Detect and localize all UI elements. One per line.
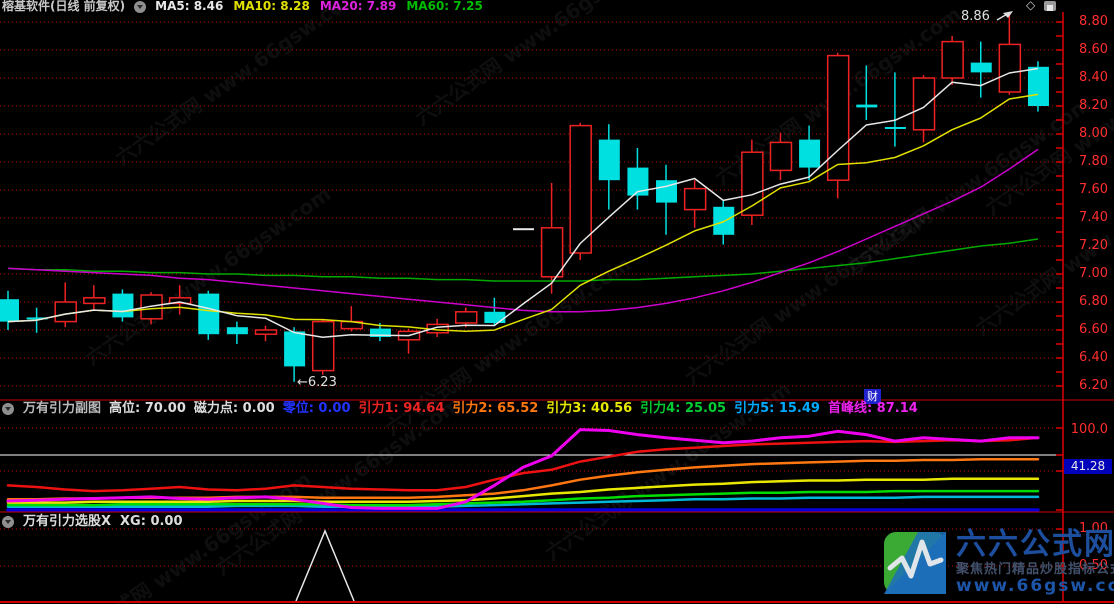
price-axis-label: 7.20 — [1066, 239, 1108, 253]
indicator1-value-badge: 41.28 — [1064, 459, 1112, 474]
logo-icon — [884, 528, 948, 594]
indicator1-axis-label: 100.0 — [1066, 423, 1108, 437]
stock-chart-app: 六六公式网 www.66gsw.com六六公式网 www.66gsw.com六六… — [0, 0, 1114, 604]
indicator-param-label: 引力1: 94.64 — [359, 402, 445, 415]
ma-label: MA60: 7.25 — [406, 0, 483, 13]
indicator-param-label: 引力2: 65.52 — [452, 402, 538, 415]
logo-subtitle: 聚焦热门精品炒股指标公式 — [956, 562, 1114, 577]
price-axis-label: 7.60 — [1066, 183, 1108, 197]
price-axis-label: 6.60 — [1066, 323, 1108, 337]
indicator-param-label: 引力3: 40.56 — [546, 402, 632, 415]
ma-label: MA20: 7.89 — [320, 0, 397, 13]
indicator-param-label: 引力4: 25.05 — [640, 402, 726, 415]
logo-url[interactable]: www.66gsw.com — [956, 577, 1114, 596]
save-icon[interactable] — [1044, 1, 1056, 11]
indicator-param-label: 高位: 70.00 — [109, 402, 186, 415]
indicator-param-label: 磁力点: 0.00 — [194, 402, 275, 415]
price-axis-label: 7.00 — [1066, 267, 1108, 281]
price-axis-label: 6.80 — [1066, 295, 1108, 309]
indicator-param-label: 首峰线: 87.14 — [828, 402, 918, 415]
logo-title: 六六公式网 — [956, 528, 1114, 562]
period-dropdown-icon[interactable] — [134, 1, 146, 13]
indicator-param-label: 引力5: 15.49 — [734, 402, 820, 415]
indicator2-header: 万有引力选股X XG: 0.00 — [2, 515, 183, 528]
price-axis-label: 7.80 — [1066, 155, 1108, 169]
stock-title: 榕基软件(日线 前复权) — [2, 0, 125, 13]
indicator2-name: 万有引力选股X — [23, 515, 111, 528]
chart-header: 榕基软件(日线 前复权) MA5: 8.46 MA10: 8.28 MA20: 7.… — [2, 0, 483, 13]
price-axis-label: 8.60 — [1066, 43, 1108, 57]
ma-labels: MA5: 8.46 MA10: 8.28 MA20: 7.89 MA60: 7.25 — [155, 0, 483, 13]
price-axis-label: 8.20 — [1066, 99, 1108, 113]
collapse-panel-icon[interactable] — [2, 403, 14, 415]
price-axis-label: 8.00 — [1066, 127, 1108, 141]
price-axis-label: 7.40 — [1066, 211, 1108, 225]
price-axis-label: 8.80 — [1066, 15, 1108, 29]
price-axis-label: 6.40 — [1066, 351, 1108, 365]
indicator1-header: 万有引力副图高位: 70.00 磁力点: 0.00 零位: 0.00 引力1: 94.… — [2, 402, 918, 415]
site-logo: 六六公式网 聚焦热门精品炒股指标公式 www.66gsw.com — [884, 528, 1114, 596]
collapse-panel-icon[interactable] — [2, 516, 14, 528]
price-axis-label: 6.20 — [1066, 379, 1108, 393]
ma-label: MA5: 8.46 — [155, 0, 223, 13]
indicator2-xg-value: XG: 0.00 — [120, 515, 183, 528]
indicator1-params: 万有引力副图高位: 70.00 磁力点: 0.00 零位: 0.00 引力1: 94.… — [23, 402, 918, 415]
diamond-marker-icon[interactable]: ◇ — [1026, 0, 1035, 12]
indicator-param-label: 万有引力副图 — [23, 402, 101, 415]
low-price-label: ←6.23 — [297, 376, 337, 390]
indicator-param-label: 零位: 0.00 — [283, 402, 351, 415]
price-axis-label: 8.40 — [1066, 71, 1108, 85]
high-price-label: 8.86 — [961, 10, 990, 24]
ma-label: MA10: 8.28 — [233, 0, 310, 13]
